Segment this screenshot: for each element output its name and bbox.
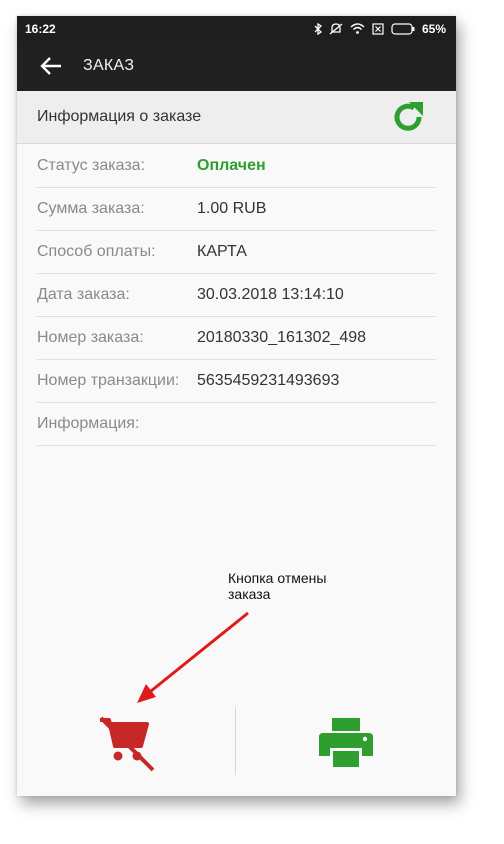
order-date-value: 30.03.2018 13:14:10 — [197, 286, 344, 303]
status-label: Статус заказа: — [37, 156, 146, 174]
printer-icon — [319, 718, 373, 767]
cart-cancel-icon — [99, 716, 155, 772]
order-details: Статус заказа: Оплачен Сумма заказа: 1.0… — [37, 144, 436, 446]
wifi-icon — [350, 23, 365, 34]
annotation-line-1: Кнопка отмены — [228, 570, 327, 586]
order-number-label: Номер заказа: — [37, 329, 144, 346]
info-label: Информация: — [37, 415, 140, 432]
detail-row-order-number: Номер заказа: 20180330_161302_498 — [37, 317, 436, 360]
order-info-title: Информация о заказе — [37, 108, 202, 125]
refresh-icon — [394, 102, 423, 131]
amount-label: Сумма заказа: — [37, 200, 145, 217]
order-number-value: 20180330_161302_498 — [197, 329, 367, 346]
battery-percent: 65% — [421, 21, 446, 36]
payment-method-label: Способ оплаты: — [37, 243, 156, 260]
order-info-header: Информация о заказе — [17, 91, 456, 144]
arrow-left-icon — [40, 57, 61, 75]
sim-icon — [372, 22, 384, 35]
refresh-button[interactable] — [388, 97, 428, 137]
amount-value: 1.00 RUB — [197, 200, 267, 217]
annotation-callout: Кнопка отмены заказа — [228, 570, 326, 602]
detail-row-transaction: Номер транзакции: 5635459231493693 — [37, 360, 436, 403]
transaction-number-label: Номер транзакции: — [37, 372, 180, 389]
status-bar: 16:22 65% — [17, 16, 456, 41]
bluetooth-icon — [314, 22, 322, 35]
annotation-line-2: заказа — [228, 586, 271, 602]
print-button[interactable] — [311, 708, 381, 778]
detail-row-payment-method: Способ оплаты: КАРТА — [37, 231, 436, 274]
mute-icon — [329, 22, 343, 34]
transaction-number-value: 5635459231493693 — [197, 372, 340, 389]
order-date-label: Дата заказа: — [37, 286, 130, 303]
page-title: ЗАКАЗ — [83, 57, 135, 74]
cancel-order-button[interactable] — [91, 708, 161, 778]
detail-row-date: Дата заказа: 30.03.2018 13:14:10 — [37, 274, 436, 317]
bottom-divider — [235, 707, 236, 775]
toolbar: ЗАКАЗ — [17, 41, 456, 91]
phone-screen: 16:22 65% ЗАКАЗ Информация о заказе Стат… — [17, 16, 456, 796]
status-value: Оплачен — [197, 156, 266, 174]
detail-row-status: Статус заказа: Оплачен — [37, 144, 436, 188]
status-icons: 65% — [314, 22, 446, 36]
payment-method-value: КАРТА — [197, 243, 247, 260]
battery-icon — [391, 22, 415, 35]
back-button[interactable] — [33, 48, 69, 84]
status-time: 16:22 — [25, 21, 56, 36]
detail-row-info: Информация: — [37, 403, 436, 446]
detail-row-amount: Сумма заказа: 1.00 RUB — [37, 188, 436, 231]
